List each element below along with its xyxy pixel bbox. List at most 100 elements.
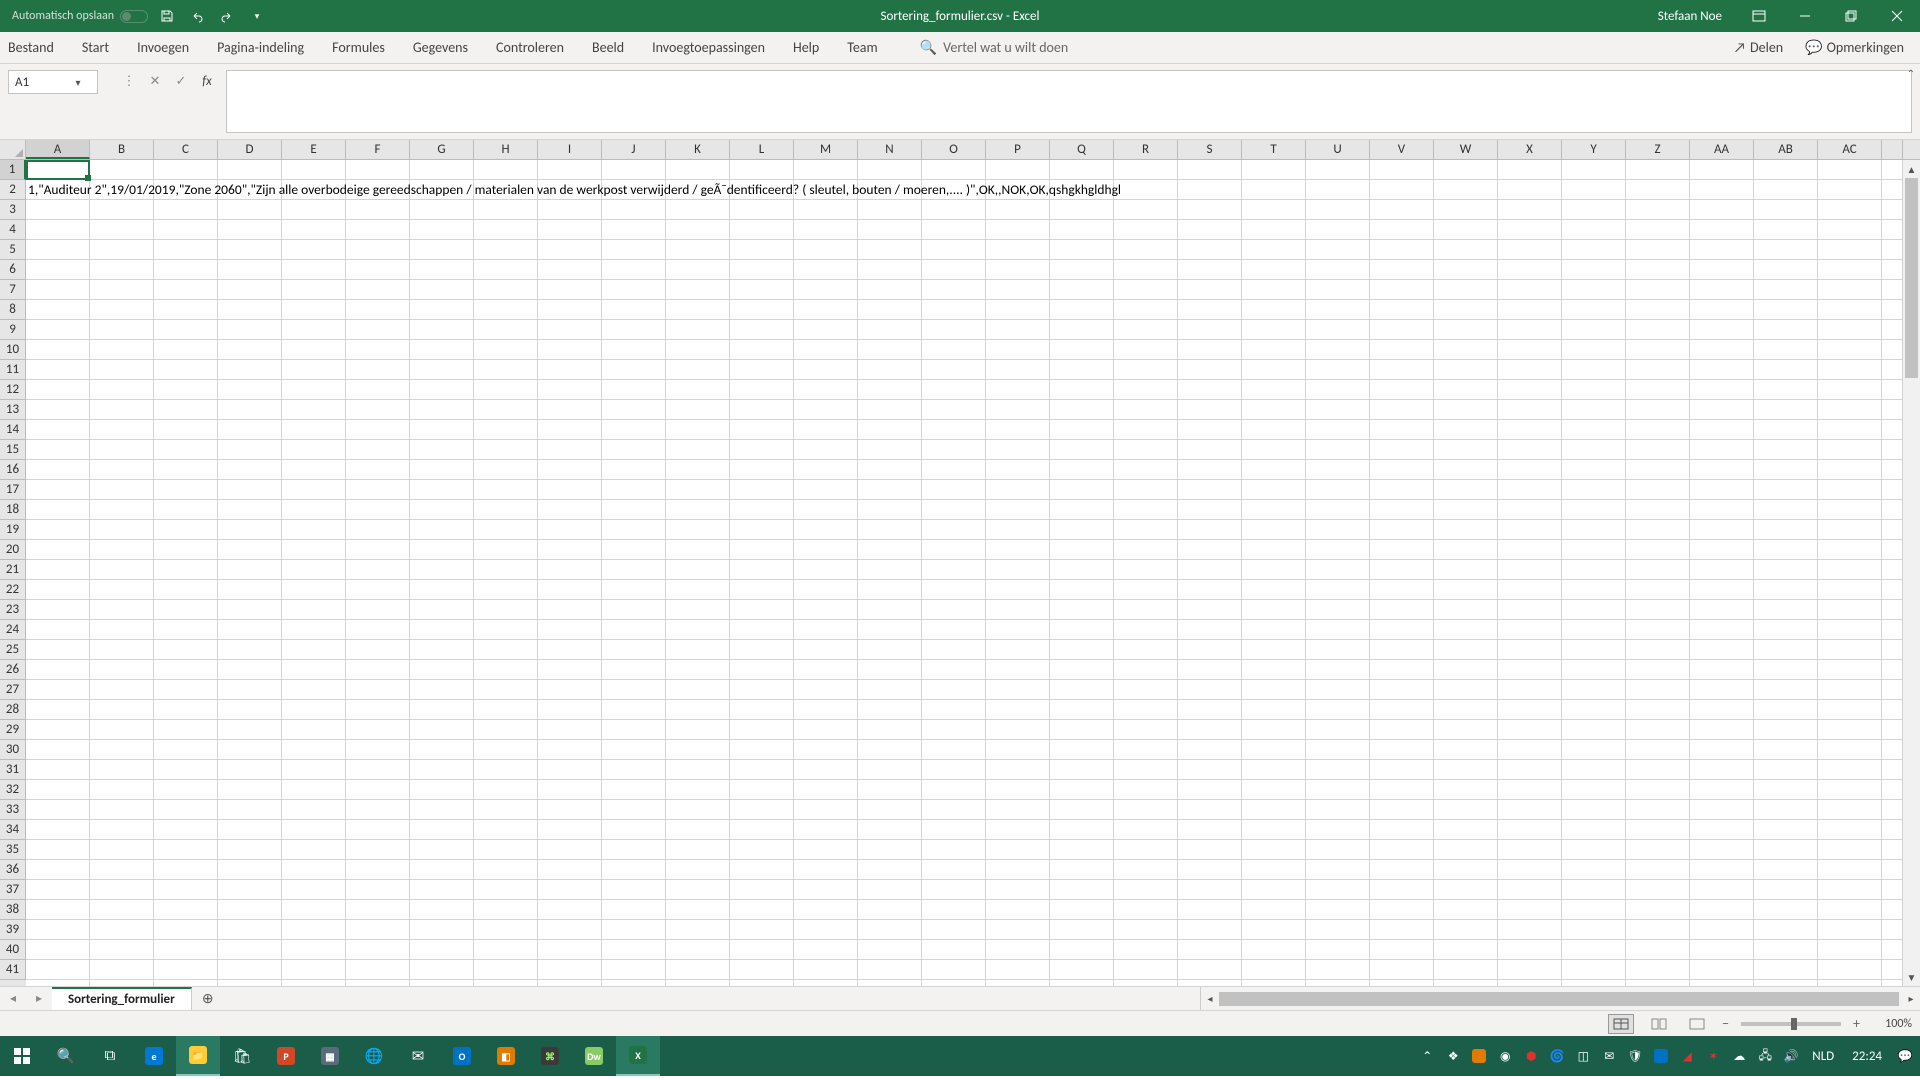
row-header-39[interactable]: 39 — [0, 920, 26, 940]
row-header-21[interactable]: 21 — [0, 560, 26, 580]
column-header-X[interactable]: X — [1498, 140, 1562, 159]
comments-button[interactable]: 💬 Opmerkingen — [1805, 39, 1904, 56]
row-header-13[interactable]: 13 — [0, 400, 26, 420]
column-header-B[interactable]: B — [90, 140, 154, 159]
row-header-27[interactable]: 27 — [0, 680, 26, 700]
row-header-25[interactable]: 25 — [0, 640, 26, 660]
column-header-M[interactable]: M — [794, 140, 858, 159]
ribbon-display-options[interactable] — [1736, 0, 1782, 32]
tray-overflow-icon[interactable]: ⌃ — [1416, 1045, 1438, 1067]
row-header-6[interactable]: 6 — [0, 260, 26, 280]
row-header-2[interactable]: 2 — [0, 180, 26, 200]
row-header-35[interactable]: 35 — [0, 840, 26, 860]
tell-me-input[interactable]: Vertel wat u wilt doen — [943, 39, 1068, 56]
column-header-Z[interactable]: Z — [1626, 140, 1690, 159]
column-header-V[interactable]: V — [1370, 140, 1434, 159]
column-header-P[interactable]: P — [986, 140, 1050, 159]
new-sheet-button[interactable]: ⊕ — [192, 987, 224, 1010]
taskbar-app-explorer[interactable]: 📁 — [176, 1036, 220, 1076]
formula-bar-input[interactable] — [226, 70, 1912, 133]
taskbar-app-excel[interactable]: X — [616, 1036, 660, 1076]
collapse-formula-bar[interactable]: ⌃ — [1902, 64, 1920, 82]
column-header-AC[interactable]: AC — [1818, 140, 1882, 159]
row-header-9[interactable]: 9 — [0, 320, 26, 340]
row-header-8[interactable]: 8 — [0, 300, 26, 320]
row-header-34[interactable]: 34 — [0, 820, 26, 840]
row-header-26[interactable]: 26 — [0, 660, 26, 680]
language-indicator[interactable]: NLD — [1806, 1049, 1840, 1064]
share-button[interactable]: ↗ Delen — [1734, 39, 1783, 56]
zoom-out-button[interactable]: − — [1722, 1015, 1729, 1032]
column-header-H[interactable]: H — [474, 140, 538, 159]
column-header-Y[interactable]: Y — [1562, 140, 1626, 159]
column-header-S[interactable]: S — [1178, 140, 1242, 159]
tray-icon-1[interactable]: ❖ — [1442, 1045, 1464, 1067]
row-header-12[interactable]: 12 — [0, 380, 26, 400]
zoom-level[interactable]: 100% — [1872, 1017, 1912, 1031]
active-cell[interactable] — [26, 160, 90, 180]
row-header-3[interactable]: 3 — [0, 200, 26, 220]
scroll-thumb[interactable] — [1905, 178, 1918, 378]
scroll-left-icon[interactable]: ◂ — [1201, 992, 1219, 1005]
tray-volume-icon[interactable]: 🔊 — [1780, 1045, 1802, 1067]
cancel-formula-button[interactable]: ✕ — [146, 74, 164, 89]
row-header-41[interactable]: 41 — [0, 960, 26, 980]
tray-icon-12[interactable]: ☁ — [1728, 1045, 1750, 1067]
minimize-button[interactable] — [1782, 0, 1828, 32]
tab-bestand[interactable]: Bestand — [0, 32, 68, 63]
tray-icon-5[interactable]: 🌀 — [1546, 1045, 1568, 1067]
column-header-D[interactable]: D — [218, 140, 282, 159]
column-header-A[interactable]: A — [26, 140, 90, 159]
save-button[interactable] — [156, 5, 178, 27]
row-header-33[interactable]: 33 — [0, 800, 26, 820]
taskbar-app-outlook[interactable]: O — [440, 1036, 484, 1076]
tab-controleren[interactable]: Controleren — [482, 32, 578, 63]
column-header-Q[interactable]: Q — [1050, 140, 1114, 159]
row-header-22[interactable]: 22 — [0, 580, 26, 600]
redo-button[interactable] — [216, 5, 238, 27]
column-header-T[interactable]: T — [1242, 140, 1306, 159]
column-header-O[interactable]: O — [922, 140, 986, 159]
enter-formula-button[interactable]: ✓ — [172, 74, 190, 89]
column-header-W[interactable]: W — [1434, 140, 1498, 159]
name-box[interactable]: A1 ▾ — [8, 70, 98, 94]
column-header-I[interactable]: I — [538, 140, 602, 159]
autosave-toggle[interactable]: Automatisch opslaan — [12, 9, 148, 23]
start-button[interactable] — [0, 1036, 44, 1076]
view-page-layout-button[interactable] — [1646, 1014, 1672, 1034]
taskbar-app-edge[interactable]: e — [132, 1036, 176, 1076]
taskbar-app-mail[interactable]: ✉ — [396, 1036, 440, 1076]
scroll-down-icon[interactable]: ▼ — [1903, 968, 1920, 986]
tray-icon-9[interactable] — [1650, 1045, 1672, 1067]
row-header-31[interactable]: 31 — [0, 760, 26, 780]
column-header-AA[interactable]: AA — [1690, 140, 1754, 159]
taskbar-app-generic3[interactable]: ⌘ — [528, 1036, 572, 1076]
row-header-28[interactable]: 28 — [0, 700, 26, 720]
row-header-36[interactable]: 36 — [0, 860, 26, 880]
column-header-AB[interactable]: AB — [1754, 140, 1818, 159]
row-header-14[interactable]: 14 — [0, 420, 26, 440]
column-header-U[interactable]: U — [1306, 140, 1370, 159]
row-header-18[interactable]: 18 — [0, 500, 26, 520]
column-header-R[interactable]: R — [1114, 140, 1178, 159]
notifications-button[interactable]: 💬 — [1894, 1045, 1916, 1067]
row-header-16[interactable]: 16 — [0, 460, 26, 480]
column-header-C[interactable]: C — [154, 140, 218, 159]
undo-button[interactable] — [186, 5, 208, 27]
row-header-15[interactable]: 15 — [0, 440, 26, 460]
maximize-button[interactable] — [1828, 0, 1874, 32]
zoom-in-button[interactable]: + — [1853, 1015, 1860, 1032]
row-header-32[interactable]: 32 — [0, 780, 26, 800]
row-header-20[interactable]: 20 — [0, 540, 26, 560]
tab-invoegtoepassingen[interactable]: Invoegtoepassingen — [638, 32, 779, 63]
qat-customize[interactable]: ▾ — [246, 5, 268, 27]
row-header-11[interactable]: 11 — [0, 360, 26, 380]
sheet-nav-next[interactable]: ▸ — [26, 991, 52, 1006]
scroll-right-icon[interactable]: ▸ — [1902, 992, 1920, 1005]
close-button[interactable] — [1874, 0, 1920, 32]
column-header-L[interactable]: L — [730, 140, 794, 159]
column-header-F[interactable]: F — [346, 140, 410, 159]
tab-beeld[interactable]: Beeld — [578, 32, 638, 63]
horizontal-scrollbar[interactable]: ◂ ▸ — [1200, 987, 1920, 1010]
task-view-button[interactable]: ⧉ — [88, 1036, 132, 1076]
